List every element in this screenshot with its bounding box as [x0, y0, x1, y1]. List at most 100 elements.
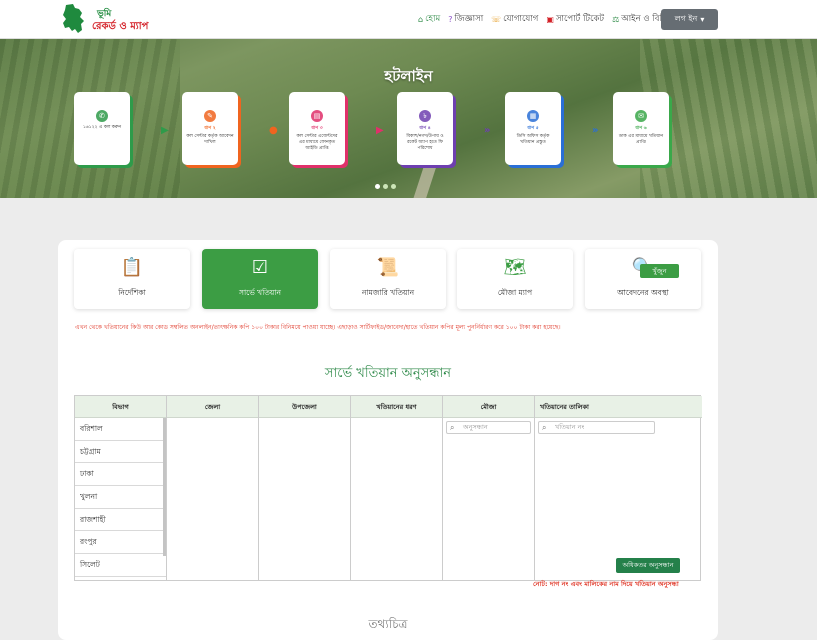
carousel-dot[interactable]: [375, 184, 380, 189]
login-label: লগ ইন: [674, 14, 698, 23]
card-mouza-map[interactable]: 🗺 মৌজা ম্যাপ: [457, 249, 573, 309]
nav-contact[interactable]: ☏ যোগাযোগ: [491, 12, 538, 26]
card-guide-label: নির্দেশিকা: [118, 288, 146, 297]
column-header: মৌজা: [443, 396, 534, 418]
division-item[interactable]: রংপুর: [75, 531, 166, 555]
hotline-banner: হটলাইন ✆ ১৬১২২ এ কল করুন ▶ ✎ ধাপ ২ কল সে…: [0, 39, 817, 198]
column-header: উপজেলা: [259, 396, 350, 418]
carousel-dots: [375, 184, 396, 189]
survey-khatian-icon: ☑: [251, 257, 269, 278]
division-column: বিভাগ বরিশাল চট্টগ্রাম ঢাকা খুলনা রাজশাহ…: [75, 396, 167, 580]
mouza-map-icon: 🗺: [503, 257, 527, 278]
card-application-status[interactable]: 🔍 আবেদনের অবস্থা: [585, 249, 701, 309]
site-logo[interactable]: ভূমি রেকর্ড ও ম্যাপ: [60, 3, 155, 36]
search-note: নোট: দাগ নং এবং মালিকের নাম দিয়ে খতিয়া…: [533, 580, 679, 588]
division-item[interactable]: চট্টগ্রাম: [75, 441, 166, 464]
mail-icon: ✉: [635, 110, 647, 122]
step-tag: ধাপ ৬: [635, 126, 647, 131]
arrow-right-icon: ●: [269, 125, 278, 136]
nav-faq-label: জিজ্ঞাসা: [454, 14, 484, 24]
nav-home-label: হোম: [425, 14, 441, 24]
login-button[interactable]: লগ ইন ▾: [661, 9, 718, 30]
card-guide[interactable]: 📋 নির্দেশিকা: [74, 249, 190, 309]
hotline-step-1: ✆ ১৬১২২ এ কল করুন: [74, 92, 130, 165]
nav-contact-label: যোগাযোগ: [503, 14, 539, 24]
khatian-type-list: [351, 418, 442, 580]
step-text: ১৬১২২ এ কল করুন: [82, 125, 122, 130]
upazila-list: [259, 418, 350, 580]
column-header: জেলা: [167, 396, 258, 418]
step-tag: ধাপ ৫: [527, 126, 539, 131]
step-tag: ধাপ ৪: [419, 126, 431, 131]
question-icon: ?: [448, 14, 453, 24]
nav-law-label: আইন ও বিধি: [621, 14, 667, 24]
hotline-step-6: ✉ ধাপ ৬ ডাক এর মাধ্যমে খতিয়ান প্রাপ্তি: [613, 92, 669, 165]
notice-text: এখন থেকে খতিয়ানের কিউ আর কোড সম্বলিত অন…: [75, 324, 561, 331]
payment-icon: ৳: [419, 110, 431, 122]
logo-line-2: রেকর্ড ও ম্যাপ: [92, 21, 149, 32]
khatian-type-column: খতিয়ানের ধরণ: [351, 396, 443, 580]
card-status-label: আবেদনের অবস্থা: [617, 288, 669, 297]
mouza-search-input[interactable]: ⌕ অনুসন্ধান: [446, 421, 531, 434]
nav-law[interactable]: ⚖ আইন ও বিধি: [612, 12, 667, 26]
arrow-right-icon: »: [592, 125, 599, 136]
scrollbar[interactable]: [163, 418, 166, 556]
column-header: খতিয়ানের ধরণ: [351, 396, 442, 418]
bangladesh-map-icon: [63, 4, 84, 33]
advanced-search-button[interactable]: অধিকতর অনুসন্ধান: [616, 558, 680, 573]
mutation-khatian-icon: 📜: [376, 257, 400, 278]
arrow-right-icon: ▶: [161, 125, 169, 136]
hotline-step-4: ৳ ধাপ ৪ বিকাশ/নগদ/উপায় ও রকেট অ্যাপ হতে…: [397, 92, 453, 165]
carousel-dot[interactable]: [383, 184, 388, 189]
nav-support-label: সাপোর্ট টিকেট: [555, 14, 605, 24]
khatian-number-placeholder: খতিয়ান নং: [555, 423, 585, 431]
search-section-title: সার্ভে খতিয়ান অনুসন্ধান: [324, 366, 452, 381]
division-item[interactable]: রাজশাহী: [75, 509, 166, 532]
phone-icon: ☏: [491, 14, 502, 24]
step-tag: ধাপ ২: [204, 126, 216, 131]
step-text: কল সেন্টার এজেন্টদের এর মাধ্যমে ফোনকৃত আ…: [296, 134, 338, 151]
card-survey-khatian[interactable]: ☑ সার্ভে খতিয়ান: [202, 249, 318, 309]
search-icon: ⌕: [542, 423, 547, 432]
search-icon: ⌕: [450, 423, 455, 432]
hotline-step-2: ✎ ধাপ ২ কল সেন্টার কর্তৃক আবেদন দাখিল: [182, 92, 238, 165]
step-tag: ধাপ ৩: [311, 126, 323, 131]
arrow-right-icon: ▶: [376, 125, 384, 136]
step-text: ডিসি অফিস কর্তৃক খতিয়ান প্রস্তুত: [516, 134, 550, 145]
division-item[interactable]: বরিশাল: [75, 418, 166, 441]
division-item[interactable]: খুলনা: [75, 486, 166, 509]
id-card-icon: ▤: [311, 110, 323, 122]
arrow-right-icon: »: [484, 125, 491, 136]
main-panel: 📋 নির্দেশিকা ☑ সার্ভে খতিয়ান 📜 নামজারি …: [58, 240, 718, 640]
division-item[interactable]: সিলেট: [75, 554, 166, 577]
khatian-list-column: খতিয়ানের তালিকা ⌕ খতিয়ান নং: [535, 396, 702, 580]
home-icon: ⌂: [418, 14, 424, 24]
upazila-column: উপজেলা: [259, 396, 351, 580]
main-nav: ⌂ হোম ? জিজ্ঞাসা ☏ যোগাযোগ ▣ সাপোর্ট টিক…: [418, 12, 667, 26]
nav-support-ticket[interactable]: ▣ সাপোর্ট টিকেট: [546, 12, 604, 26]
khatian-search-grid: বিভাগ বরিশাল চট্টগ্রাম ঢাকা খুলনা রাজশাহ…: [74, 395, 702, 581]
khatian-number-input[interactable]: ⌕ খতিয়ান নং: [538, 421, 655, 434]
form-icon: ✎: [204, 110, 216, 122]
card-survey-label: সার্ভে খতিয়ান: [239, 288, 281, 297]
nav-home[interactable]: ⌂ হোম: [418, 12, 440, 26]
info-section-title: তথ্যচিত্র: [368, 617, 408, 631]
chevron-down-icon: ▾: [700, 15, 705, 24]
nav-faq[interactable]: ? জিজ্ঞাসা: [448, 12, 483, 26]
step-text: বিকাশ/নগদ/উপায় ও রকেট অ্যাপ হতে ফি পরিশ…: [406, 134, 444, 151]
hotline-step-3: ▤ ধাপ ৩ কল সেন্টার এজেন্টদের এর মাধ্যমে …: [289, 92, 345, 165]
document-icon: ▦: [527, 110, 539, 122]
division-list: বরিশাল চট্টগ্রাম ঢাকা খুলনা রাজশাহী রংপু…: [75, 418, 166, 580]
district-list: [167, 418, 258, 580]
card-mutation-khatian[interactable]: 📜 নামজারি খতিয়ান: [330, 249, 446, 309]
guide-icon: 📋: [120, 257, 144, 278]
column-header: খতিয়ানের তালিকা: [535, 396, 702, 418]
law-icon: ⚖: [612, 14, 620, 24]
carousel-dot[interactable]: [391, 184, 396, 189]
division-item[interactable]: ঢাকা: [75, 463, 166, 487]
card-mouza-label: মৌজা ম্যাপ: [497, 288, 533, 297]
mouza-search-placeholder: অনুসন্ধান: [463, 423, 488, 431]
find-button[interactable]: খুঁজুন: [640, 264, 679, 278]
ticket-icon: ▣: [546, 14, 554, 24]
mouza-column: মৌজা ⌕ অনুসন্ধান: [443, 396, 535, 580]
